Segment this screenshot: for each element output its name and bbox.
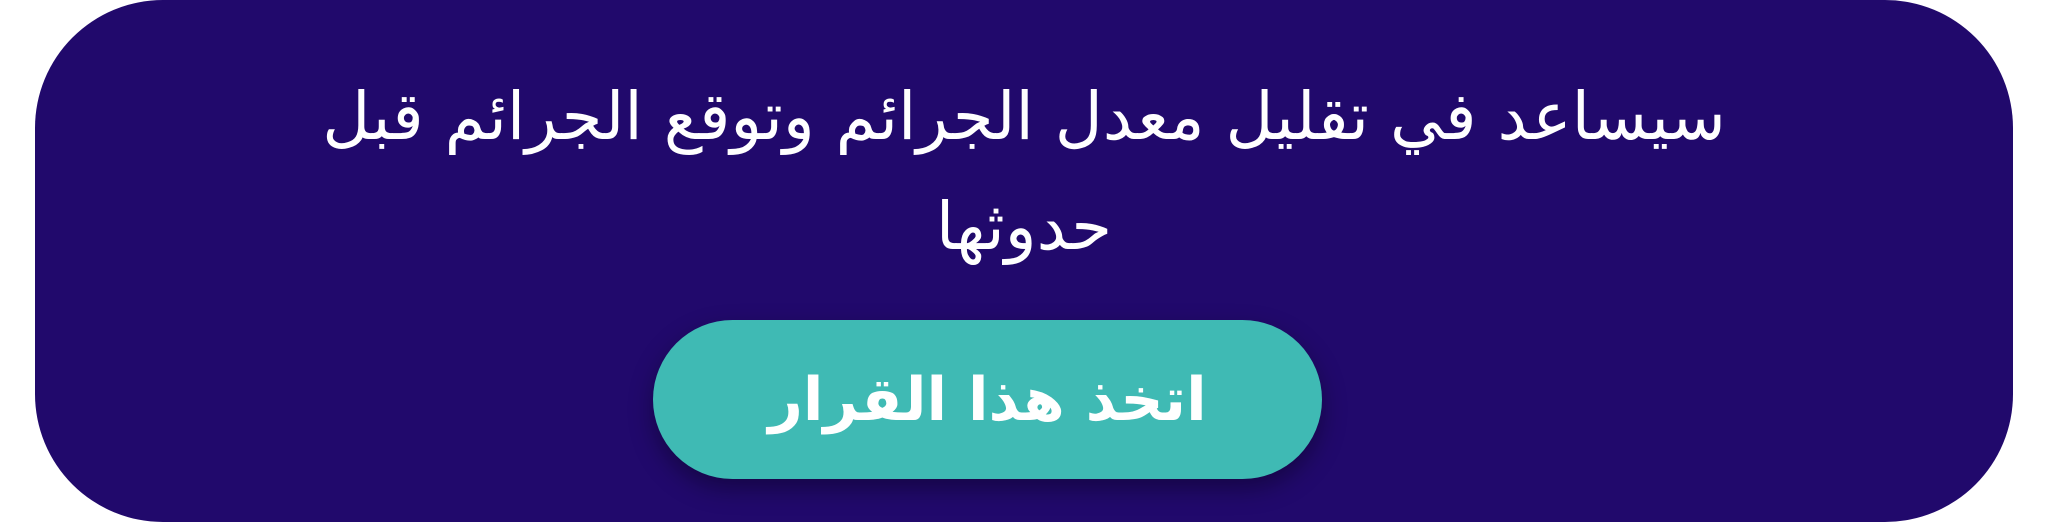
take-decision-button[interactable]: اتخذ هذا القرار	[653, 320, 1322, 479]
banner-message: سيساعد في تقليل معدل الجرائم وتوقع الجرا…	[322, 78, 1726, 265]
